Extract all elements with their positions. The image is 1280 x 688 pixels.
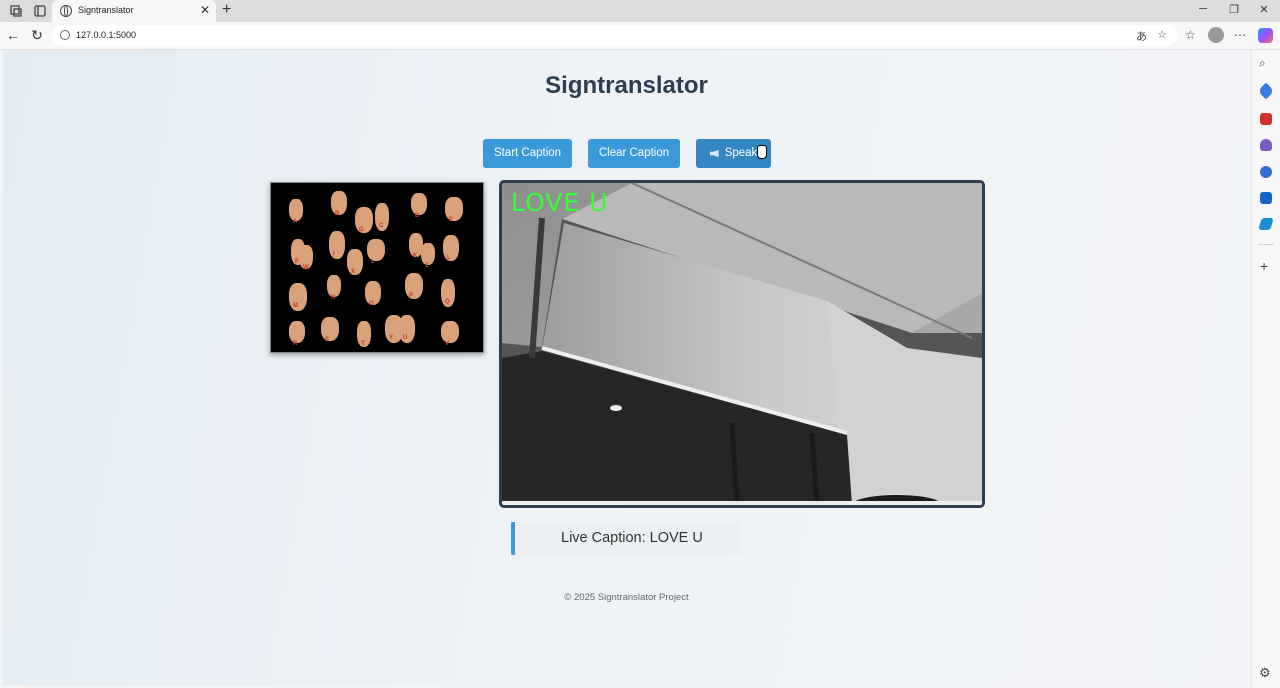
sign-hand-l xyxy=(367,239,385,261)
sign-letter-label: N xyxy=(331,295,336,301)
sign-letter-label: U xyxy=(403,335,408,341)
sign-hand-l xyxy=(443,235,459,261)
sign-letter-label: P xyxy=(409,293,414,299)
sign-letter-label: I xyxy=(333,251,335,257)
sign-hand-d xyxy=(411,193,427,215)
sign-letter-label: R xyxy=(293,341,298,347)
page-title: Signtranslator xyxy=(545,72,708,99)
address-bar: ← ↻ 127.0.0.1:5000 あ ☆ ☆ ⋯ xyxy=(0,22,1280,50)
sign-letter-label: O xyxy=(369,301,374,307)
video-overlay-text: LOVE U xyxy=(511,188,609,217)
sign-letter-label: B xyxy=(335,211,340,217)
speaker-icon xyxy=(709,150,719,157)
web-page: Signtranslator Start Caption Clear Capti… xyxy=(3,50,1250,686)
restore-button[interactable]: ❐ xyxy=(1224,3,1244,16)
tab-title: Signtranslator xyxy=(78,5,134,15)
sign-letter-label: D xyxy=(415,213,420,219)
sign-letter-label: M xyxy=(293,303,298,309)
office-icon[interactable] xyxy=(1260,166,1272,178)
sign-hand-i xyxy=(329,231,345,259)
sign-hand-s xyxy=(321,317,339,341)
live-caption: Live Caption: LOVE U xyxy=(511,522,741,555)
favorites-icon[interactable]: ☆ xyxy=(1185,28,1196,42)
url-field[interactable]: 127.0.0.1:5000 あ ☆ xyxy=(52,25,1178,46)
copilot-icon[interactable] xyxy=(1258,28,1273,43)
sign-letter-label: V xyxy=(445,341,450,347)
globe-icon xyxy=(60,5,72,17)
live-caption-text: Live Caption: LOVE U xyxy=(561,530,703,546)
sidebar-divider xyxy=(1258,244,1274,245)
sign-letter-label: X xyxy=(351,269,356,275)
sign-letter-label: E xyxy=(449,217,454,223)
tab-actions-icon[interactable] xyxy=(33,4,47,18)
translate-icon[interactable]: あ xyxy=(1136,28,1147,44)
sign-letter-label: Y xyxy=(389,335,394,341)
shopping-tag-icon[interactable] xyxy=(1257,82,1275,100)
sign-letter-label: S xyxy=(325,337,330,343)
url-text[interactable]: 127.0.0.1:5000 xyxy=(76,30,136,40)
favorite-star-icon[interactable]: ☆ xyxy=(1157,28,1167,41)
mouse-cursor xyxy=(757,145,767,159)
sign-letter-label: L xyxy=(371,259,375,265)
workspaces-icon[interactable] xyxy=(9,4,23,18)
tab-bar: Signtranslator ✕ + ─ ❐ ✕ xyxy=(0,0,1280,22)
active-tab[interactable]: Signtranslator ✕ xyxy=(52,0,216,22)
persona-icon[interactable] xyxy=(1260,139,1272,151)
close-tab-icon[interactable]: ✕ xyxy=(200,3,210,17)
new-tab-button[interactable]: + xyxy=(222,1,231,19)
sign-letter-label: A xyxy=(293,219,298,225)
sign-letter-label: Q xyxy=(445,299,450,305)
sign-hand-n xyxy=(327,275,341,297)
refresh-icon[interactable]: ↻ xyxy=(28,27,46,44)
sign-letter-label: C xyxy=(379,223,384,229)
sign-letter-label: K xyxy=(413,253,418,259)
send-icon[interactable] xyxy=(1258,218,1274,230)
more-options-icon[interactable]: ⋯ xyxy=(1234,28,1246,42)
sign-alphabet-chart: ᒍ Z ABGCDEFILKLMNOPQRSTUVWXYZ xyxy=(270,182,484,353)
site-info-icon[interactable] xyxy=(60,30,70,40)
sign-hand-v xyxy=(441,321,459,343)
sign-hand-g xyxy=(355,207,373,233)
tools-briefcase-icon[interactable] xyxy=(1260,113,1272,125)
add-icon[interactable]: + xyxy=(1260,258,1268,274)
start-caption-button[interactable]: Start Caption xyxy=(483,139,572,168)
edge-sidebar: ⌕ + ⚙ xyxy=(1251,50,1280,688)
sign-letter-label: T xyxy=(361,341,365,347)
outlook-icon[interactable] xyxy=(1260,192,1272,204)
sign-letter-label: G xyxy=(359,227,364,233)
speak-label: Speak xyxy=(724,147,758,159)
webcam-feed: LOVE U xyxy=(499,180,985,508)
back-arrow-icon[interactable]: ← xyxy=(4,27,22,43)
sign-hand-m xyxy=(289,283,307,311)
profile-avatar[interactable] xyxy=(1208,27,1224,43)
sign-hand-e xyxy=(445,197,463,221)
footer-text: © 2025 Signtranslator Project xyxy=(564,592,689,603)
search-icon[interactable]: ⌕ xyxy=(1259,56,1266,71)
sign-hand-y xyxy=(385,315,403,343)
sign-letter-label: W xyxy=(303,265,309,271)
close-window-button[interactable]: ✕ xyxy=(1254,3,1274,16)
settings-gear-icon[interactable]: ⚙ xyxy=(1259,665,1271,681)
sign-letter-label: L xyxy=(447,255,451,261)
sign-hand-a xyxy=(289,199,303,221)
sign-letter-label: Z xyxy=(425,263,429,269)
camera-frame xyxy=(502,183,982,505)
minimize-button[interactable]: ─ xyxy=(1193,3,1213,15)
clear-caption-button[interactable]: Clear Caption xyxy=(588,139,680,168)
sign-hand-p xyxy=(405,273,423,299)
sign-hand-r xyxy=(289,321,305,343)
sign-hand-z xyxy=(421,243,435,265)
